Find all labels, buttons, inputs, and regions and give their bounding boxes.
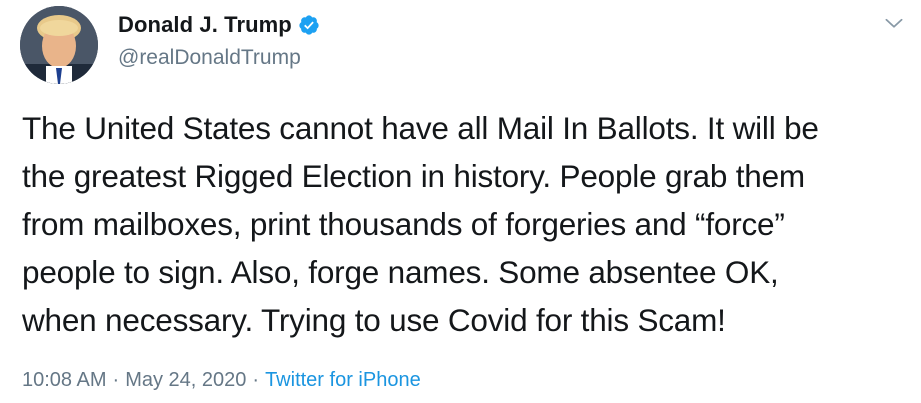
meta-separator: · [112, 369, 120, 391]
tweet-text-line: from mailboxes, print thousands of forge… [22, 206, 785, 242]
avatar[interactable] [20, 6, 98, 84]
chevron-down-icon[interactable] [881, 10, 907, 36]
tweet-time[interactable]: 10:08 AM [22, 369, 107, 391]
tweet-text-line: people to sign. Also, forge names. Some … [22, 254, 779, 290]
tweet-source-link[interactable]: Twitter for iPhone [265, 369, 421, 391]
tweet-text-line: the greatest Rigged Election in history.… [22, 158, 805, 194]
tweet-meta: 10:08 AM · May 24, 2020 · Twitter for iPhone [22, 366, 421, 394]
avatar-image [20, 6, 98, 84]
tweet-text-line: The United States cannot have all Mail I… [22, 110, 819, 146]
author-block: Donald J. Trump @realDonaldTrump [118, 10, 320, 72]
tweet-text-line: when necessary. Trying to use Covid for … [22, 302, 726, 338]
verified-badge-icon [299, 15, 319, 35]
display-name[interactable]: Donald J. Trump [118, 10, 292, 40]
tweet-text: The United States cannot have all Mail I… [22, 104, 907, 344]
tweet-date[interactable]: May 24, 2020 [125, 369, 246, 391]
handle[interactable]: @realDonaldTrump [118, 44, 320, 72]
name-row: Donald J. Trump [118, 10, 320, 40]
meta-separator: · [252, 369, 260, 391]
tweet-card: Donald J. Trump @realDonaldTrump The Uni… [0, 0, 921, 403]
